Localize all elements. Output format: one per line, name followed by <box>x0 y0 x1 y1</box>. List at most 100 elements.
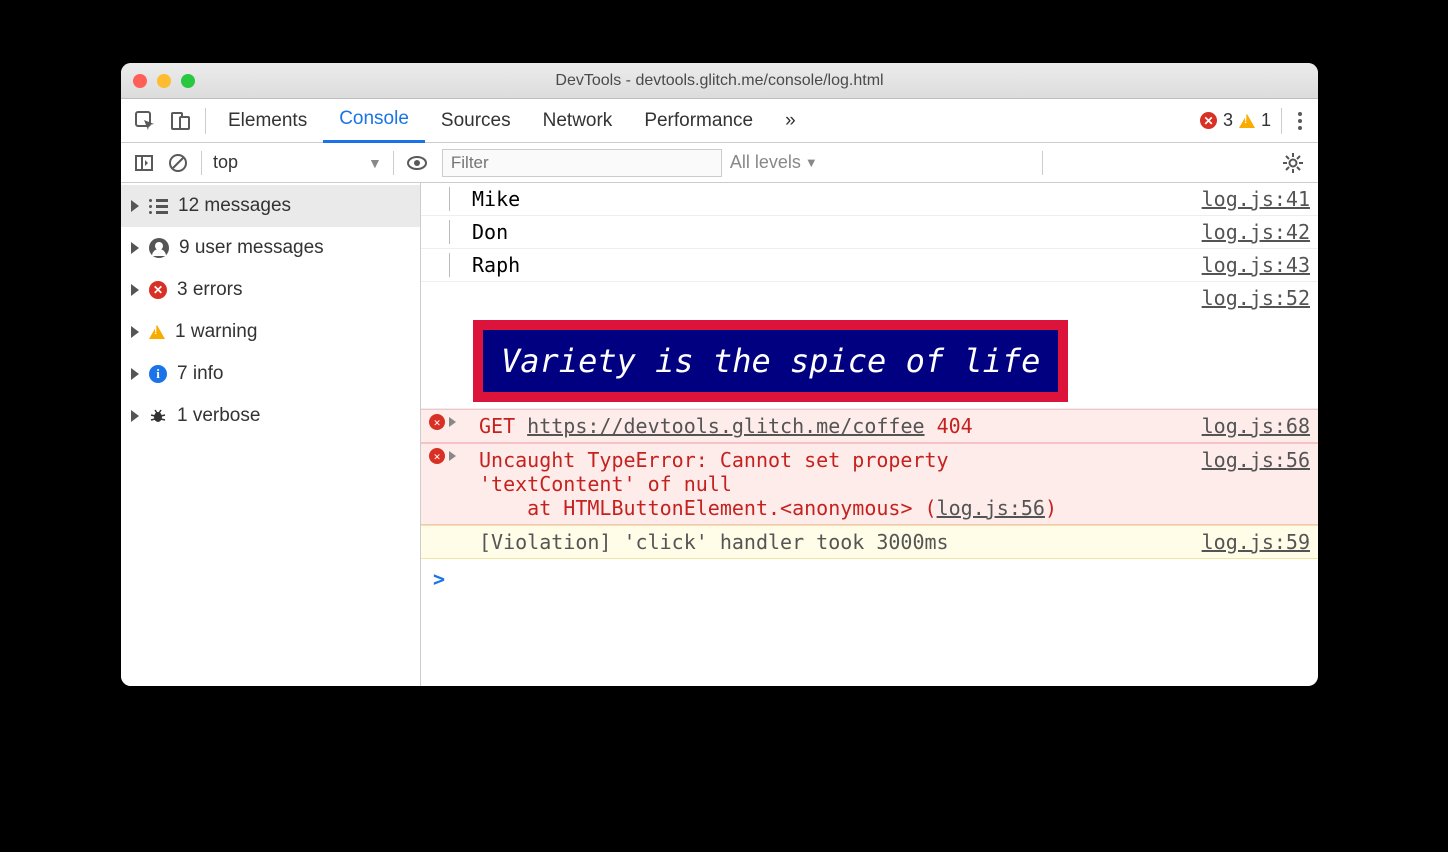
sidebar-label: 1 warning <box>175 321 257 343</box>
console-settings-icon[interactable] <box>1274 152 1312 174</box>
sidebar-label: 1 verbose <box>177 405 260 427</box>
toggle-sidebar-icon[interactable] <box>127 146 161 180</box>
sidebar-item-verbose[interactable]: 1 verbose <box>121 395 420 437</box>
source-link[interactable]: log.js:52 <box>1192 286 1310 310</box>
log-text: Mike <box>449 187 1192 211</box>
clear-console-icon[interactable] <box>161 146 195 180</box>
sidebar: 12 messages 9 user messages ✕ 3 errors 1… <box>121 183 421 686</box>
error-badge-icon: ✕ <box>1200 112 1217 129</box>
console-log[interactable]: Mike log.js:41 Don log.js:42 Raph log.js… <box>421 183 1318 686</box>
log-entry[interactable]: Raph log.js:43 <box>421 249 1318 282</box>
titlebar: DevTools - devtools.glitch.me/console/lo… <box>121 63 1318 99</box>
chevron-down-icon: ▼ <box>368 155 382 171</box>
main-tabbar: Elements Console Sources Network Perform… <box>121 99 1318 143</box>
context-selector[interactable]: top ▼ <box>208 149 387 176</box>
source-link[interactable]: log.js:68 <box>1192 414 1310 438</box>
devtools-window: DevTools - devtools.glitch.me/console/lo… <box>121 63 1318 686</box>
sidebar-item-warnings[interactable]: 1 warning <box>121 311 420 353</box>
source-link[interactable]: log.js:59 <box>1192 530 1310 554</box>
divider <box>393 151 394 175</box>
tab-network[interactable]: Network <box>527 99 629 143</box>
expand-icon <box>131 200 139 212</box>
sidebar-label: 12 messages <box>178 195 291 217</box>
expand-icon[interactable] <box>449 451 456 461</box>
expand-icon <box>131 284 139 296</box>
styled-log-text: Variety is the spice of life <box>473 320 1068 402</box>
sidebar-item-user-messages[interactable]: 9 user messages <box>121 227 420 269</box>
sidebar-label: 7 info <box>177 363 223 385</box>
log-entry[interactable]: log.js:52 <box>421 282 1318 314</box>
user-icon <box>149 238 169 258</box>
minimize-window-button[interactable] <box>157 74 171 88</box>
log-entry-violation[interactable]: [Violation] 'click' handler took 3000ms … <box>421 525 1318 559</box>
prompt-chevron-icon: > <box>433 567 445 591</box>
live-expression-icon[interactable] <box>400 146 434 180</box>
inspect-element-icon[interactable] <box>127 103 163 139</box>
http-method: GET <box>479 414 515 438</box>
error-icon: ✕ <box>429 448 445 464</box>
traffic-lights <box>133 74 195 88</box>
stack-anon: <anonymous> <box>780 496 912 520</box>
window-title: DevTools - devtools.glitch.me/console/lo… <box>121 72 1318 90</box>
messages-icon <box>149 199 168 214</box>
log-entry-error[interactable]: ✕ Uncaught TypeError: Cannot set propert… <box>421 443 1318 525</box>
warning-count: 1 <box>1261 110 1271 131</box>
zoom-window-button[interactable] <box>181 74 195 88</box>
source-link[interactable]: log.js:56 <box>1192 448 1310 472</box>
log-entry-styled[interactable]: Variety is the spice of life <box>421 314 1318 409</box>
expand-icon <box>131 368 139 380</box>
tab-sources[interactable]: Sources <box>425 99 527 143</box>
divider <box>201 151 202 175</box>
http-status: 404 <box>937 414 973 438</box>
divider <box>1281 108 1282 134</box>
log-entry-error[interactable]: ✕ GET https://devtools.glitch.me/coffee … <box>421 409 1318 443</box>
log-levels-selector[interactable]: All levels ▼ <box>730 152 818 173</box>
console-toolbar: top ▼ All levels ▼ <box>121 143 1318 183</box>
tab-performance[interactable]: Performance <box>628 99 769 143</box>
warning-badge-icon <box>1239 114 1255 128</box>
source-link[interactable]: log.js:42 <box>1192 220 1310 244</box>
divider <box>205 108 206 134</box>
source-link[interactable]: log.js:43 <box>1192 253 1310 277</box>
sidebar-item-messages[interactable]: 12 messages <box>121 185 420 227</box>
exception-text: 'textContent' of null <box>479 472 732 496</box>
expand-icon[interactable] <box>449 417 456 427</box>
sidebar-label: 9 user messages <box>179 237 324 259</box>
more-menu-icon[interactable] <box>1288 112 1312 130</box>
tab-elements[interactable]: Elements <box>212 99 323 143</box>
error-icon: ✕ <box>429 414 445 430</box>
tab-overflow[interactable]: » <box>769 99 812 143</box>
levels-label: All levels <box>730 152 801 173</box>
sidebar-label: 3 errors <box>177 279 242 301</box>
error-icon: ✕ <box>149 281 167 299</box>
error-count: 3 <box>1223 110 1233 131</box>
device-toolbar-icon[interactable] <box>163 103 199 139</box>
log-entry[interactable]: Don log.js:42 <box>421 216 1318 249</box>
expand-icon <box>131 326 139 338</box>
filter-input[interactable] <box>442 149 722 177</box>
divider <box>1042 151 1043 175</box>
stack-prefix: at HTMLButtonElement. <box>479 496 780 520</box>
sidebar-item-info[interactable]: i 7 info <box>121 353 420 395</box>
http-url[interactable]: https://devtools.glitch.me/coffee <box>527 414 924 438</box>
expand-icon <box>131 242 139 254</box>
sidebar-item-errors[interactable]: ✕ 3 errors <box>121 269 420 311</box>
exception-text: Uncaught TypeError: Cannot set property <box>479 448 949 472</box>
close-window-button[interactable] <box>133 74 147 88</box>
log-text: Raph <box>449 253 1192 277</box>
context-value: top <box>213 152 238 173</box>
stack-link[interactable]: log.js:56 <box>937 496 1045 520</box>
toolbar-status-badges[interactable]: ✕ 3 1 <box>1200 110 1271 131</box>
violation-text: [Violation] 'click' handler took 3000ms <box>479 530 1192 554</box>
tab-console[interactable]: Console <box>323 99 425 143</box>
info-icon: i <box>149 365 167 383</box>
source-link[interactable]: log.js:41 <box>1192 187 1310 211</box>
chevron-down-icon: ▼ <box>805 155 818 170</box>
warning-icon <box>149 325 165 339</box>
log-entry[interactable]: Mike log.js:41 <box>421 183 1318 216</box>
console-prompt[interactable]: > <box>421 559 1318 599</box>
bug-icon <box>149 407 167 425</box>
expand-icon <box>131 410 139 422</box>
log-text: Don <box>449 220 1192 244</box>
console-body: 12 messages 9 user messages ✕ 3 errors 1… <box>121 183 1318 686</box>
